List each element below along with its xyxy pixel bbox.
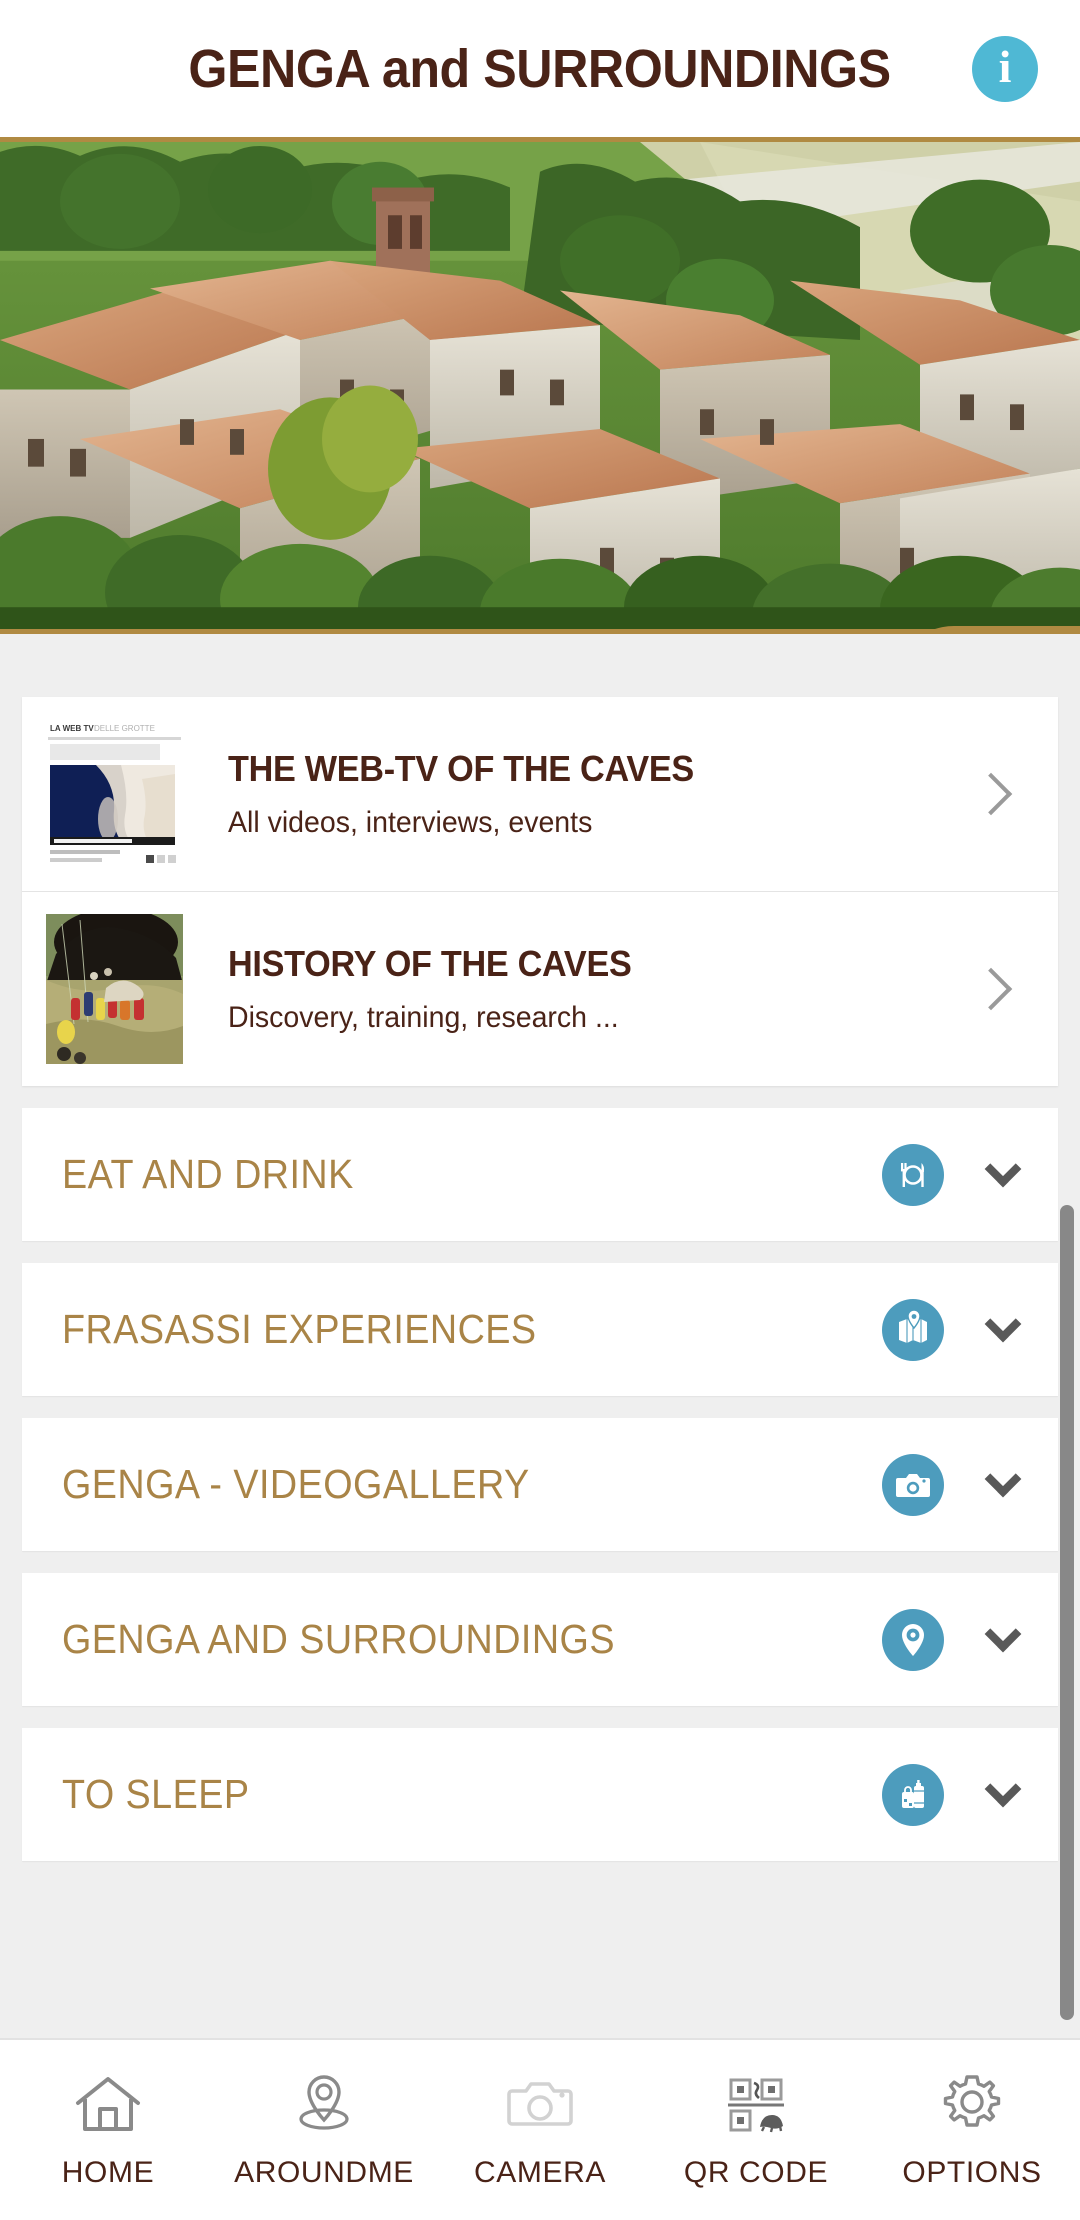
camera-icon (504, 2066, 576, 2142)
list-item[interactable]: HISTORY OF THE CAVES Discovery, training… (22, 892, 1058, 1086)
chevron-down-icon (984, 1770, 1022, 1807)
location-pin-icon (288, 2066, 360, 2142)
cave-entrance-speleologists-thumbnail (46, 914, 183, 1064)
vertical-scrollbar[interactable] (1060, 1205, 1074, 2020)
list-item-title: THE WEB-TV OF THE CAVES (228, 748, 694, 789)
webtv-thumb-illustration: LA WEB TV DELLE GROTTE (46, 719, 183, 869)
accordion-list: EAT AND DRINK FRASASSI EXPERIENCES GENGA… (0, 1108, 1080, 1861)
nav-item-label: HOME (61, 2156, 155, 2189)
list-item-title: HISTORY OF THE CAVES (228, 943, 632, 984)
accordion-item-genga-videogallery[interactable]: GENGA - VIDEOGALLERY (22, 1418, 1058, 1551)
info-glyph: i (998, 41, 1012, 92)
chevron-down-icon (984, 1305, 1022, 1342)
nav-item-qrcode[interactable]: QR CODE (648, 2040, 864, 2190)
list-item[interactable]: LA WEB TV DELLE GROTTE THE WEB-TV OF THE… (22, 697, 1058, 892)
accordion-item-label: FRASASSI EXPERIENCES (62, 1306, 537, 1352)
list-item-text: THE WEB-TV OF THE CAVES All videos, inte… (183, 748, 976, 840)
accordion-item-eat-and-drink[interactable]: EAT AND DRINK (22, 1108, 1058, 1241)
location-pin-icon (882, 1608, 944, 1671)
accordion-item-label: GENGA AND SURROUNDINGS (62, 1616, 615, 1662)
chevron-right-icon (969, 967, 1013, 1011)
list-item-text: HISTORY OF THE CAVES Discovery, training… (183, 943, 976, 1035)
nav-item-camera[interactable]: CAMERA (432, 2040, 648, 2190)
list-item-subtitle: Discovery, training, research ... (228, 1001, 619, 1034)
nav-item-label: CAMERA (474, 2156, 606, 2189)
content-scroll-area[interactable]: LA WEB TV DELLE GROTTE THE WEB-TV OF THE… (0, 639, 1080, 2038)
svg-text:DELLE GROTTE: DELLE GROTTE (94, 724, 155, 733)
info-icon[interactable]: i (972, 35, 1038, 102)
svg-text:LA WEB TV: LA WEB TV (50, 724, 94, 733)
bottom-navigation: HOME AROUNDME CAMERA QR CODE OPTIONS (0, 2038, 1080, 2220)
accordion-item-label: EAT AND DRINK (62, 1151, 354, 1197)
accordion-item-genga-and-surroundings[interactable]: GENGA AND SURROUNDINGS (22, 1573, 1058, 1706)
nav-item-label: QR CODE (683, 2156, 829, 2189)
chevron-down-icon (984, 1150, 1022, 1187)
chevron-down-icon (984, 1460, 1022, 1497)
gear-icon (936, 2066, 1008, 2142)
accordion-item-to-sleep[interactable]: TO SLEEP (22, 1728, 1058, 1861)
accordion-item-label: TO SLEEP (62, 1771, 250, 1817)
list-item-subtitle: All videos, interviews, events (228, 806, 593, 839)
camera-icon (882, 1453, 944, 1516)
app-header: GENGA and SURROUNDINGS i (0, 0, 1080, 142)
cave-thumb-illustration (46, 914, 183, 1064)
nav-item-label: AROUNDME (234, 2156, 414, 2189)
genga-aerial-illustration (0, 142, 1080, 629)
accordion-item-frasassi-experiences[interactable]: FRASASSI EXPERIENCES (22, 1263, 1058, 1396)
hero-image (0, 142, 1080, 634)
home-icon (72, 2066, 144, 2142)
nav-item-options[interactable]: OPTIONS (864, 2040, 1080, 2190)
app-root: GENGA and SURROUNDINGS i LA WEB TV DELLE… (0, 0, 1080, 2220)
chevron-right-icon (969, 772, 1013, 816)
luggage-icon (882, 1763, 944, 1826)
webtv-screenshot-thumbnail: LA WEB TV DELLE GROTTE (46, 719, 183, 869)
accordion-item-label: GENGA - VIDEOGALLERY (62, 1461, 530, 1507)
page-title: GENGA and SURROUNDINGS (188, 38, 892, 99)
nav-item-aroundme[interactable]: AROUNDME (216, 2040, 432, 2190)
qr-code-icon (720, 2066, 792, 2142)
feature-card-group: LA WEB TV DELLE GROTTE THE WEB-TV OF THE… (22, 697, 1058, 1086)
map-pin-icon (882, 1298, 944, 1361)
nav-item-label: OPTIONS (902, 2156, 1042, 2189)
cutlery-icon (882, 1143, 944, 1206)
nav-item-home[interactable]: HOME (0, 2040, 216, 2190)
chevron-down-icon (984, 1615, 1022, 1652)
